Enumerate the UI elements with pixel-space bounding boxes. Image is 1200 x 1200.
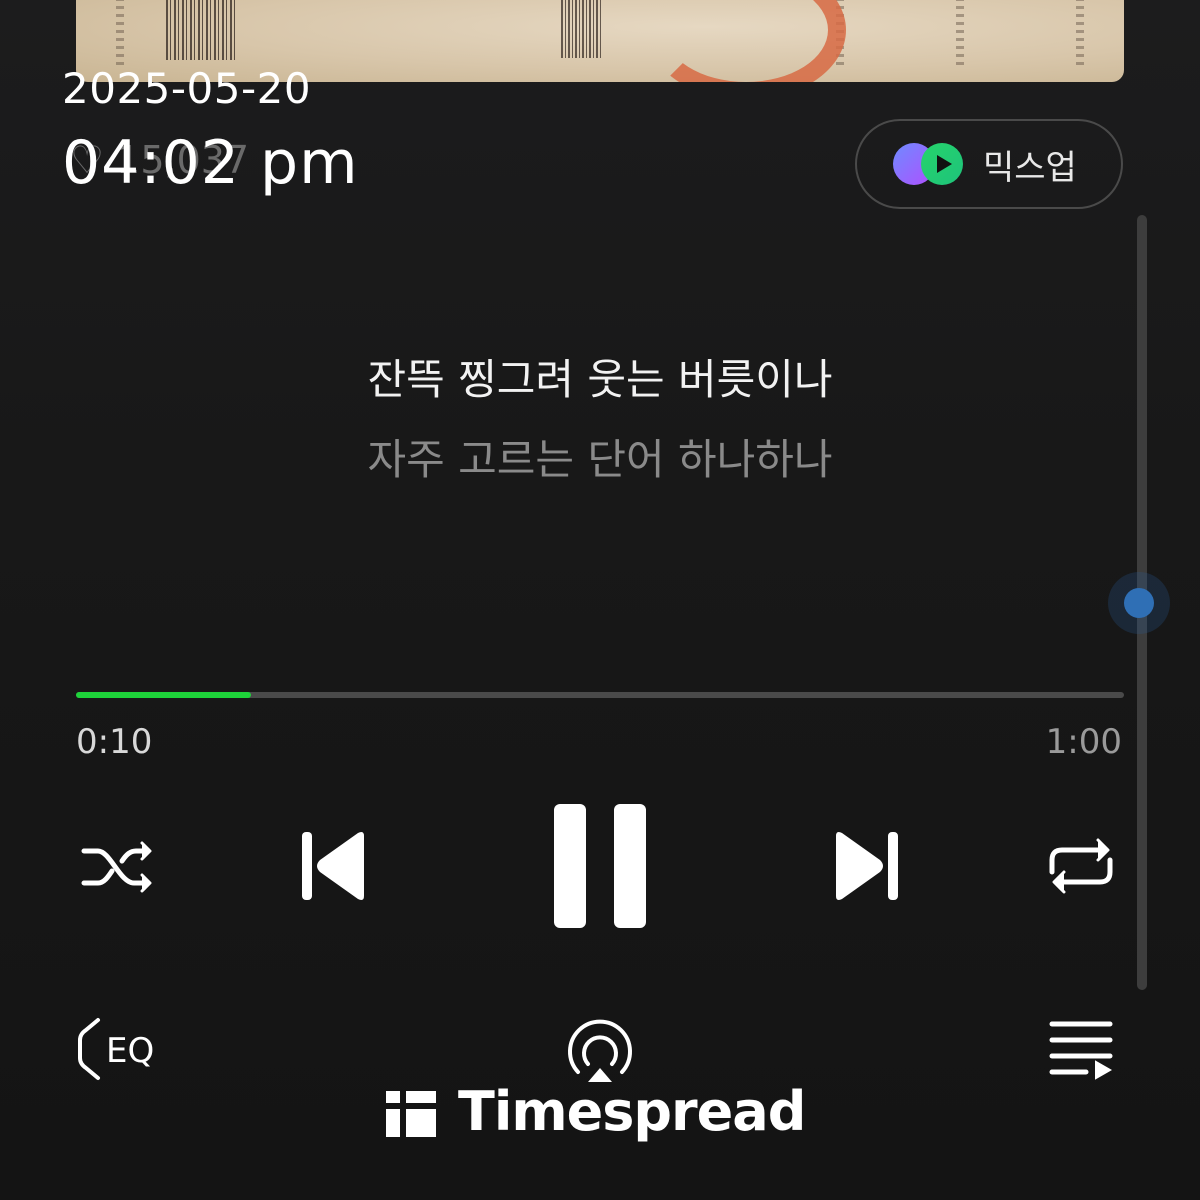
lyric-next-line[interactable]: 자주 고르는 단어 하나하나 (0, 426, 1200, 487)
watermark: Timespread (386, 1080, 806, 1143)
speaker-eq-icon: EQ (78, 1018, 154, 1080)
album-art-detail (956, 0, 964, 70)
progress-bar[interactable] (76, 692, 1124, 698)
shuffle-button[interactable] (80, 835, 156, 899)
album-art-barcode (561, 0, 601, 58)
eq-label: EQ (106, 1031, 154, 1071)
album-art-barcode (166, 0, 236, 60)
music-player-screen: ♡ 15,037 2025-05-20 04:02 pm 믹스업 잔뜩 찡그려 … (0, 0, 1200, 1200)
skip-previous-icon (302, 832, 364, 900)
repeat-icon (1049, 838, 1113, 894)
overlay-date: 2025-05-20 (62, 64, 312, 113)
skip-next-icon (836, 832, 898, 900)
repeat-button[interactable] (1044, 832, 1118, 900)
progress-fill (76, 692, 251, 698)
album-art-detail (116, 0, 124, 70)
pause-icon (554, 804, 646, 928)
mixup-button[interactable]: 믹스업 (855, 119, 1123, 209)
previous-button[interactable] (298, 828, 368, 904)
album-art-stroke (646, 0, 846, 82)
shuffle-icon (81, 841, 152, 893)
playlist-button[interactable] (1046, 1016, 1116, 1080)
total-time: 1:00 (1045, 722, 1122, 762)
elapsed-time: 0:10 (76, 722, 153, 762)
watermark-text: Timespread (458, 1080, 806, 1143)
airplay-icon (568, 1019, 632, 1082)
lyrics-scroll-handle[interactable] (1108, 572, 1170, 634)
mixup-label: 믹스업 (983, 147, 1077, 188)
mixup-icon (893, 141, 967, 187)
equalizer-button[interactable]: EQ (74, 1014, 166, 1084)
airplay-button[interactable] (560, 1012, 640, 1086)
lyric-current-line[interactable]: 잔뜩 찡그려 웃는 버릇이나 (0, 346, 1200, 407)
overlay-time: 04:02 pm (62, 128, 359, 198)
album-art-detail (1076, 0, 1084, 70)
playlist-icon (1049, 1021, 1113, 1080)
next-button[interactable] (832, 828, 902, 904)
timespread-logo-icon (386, 1087, 436, 1137)
pause-button[interactable] (550, 800, 650, 932)
